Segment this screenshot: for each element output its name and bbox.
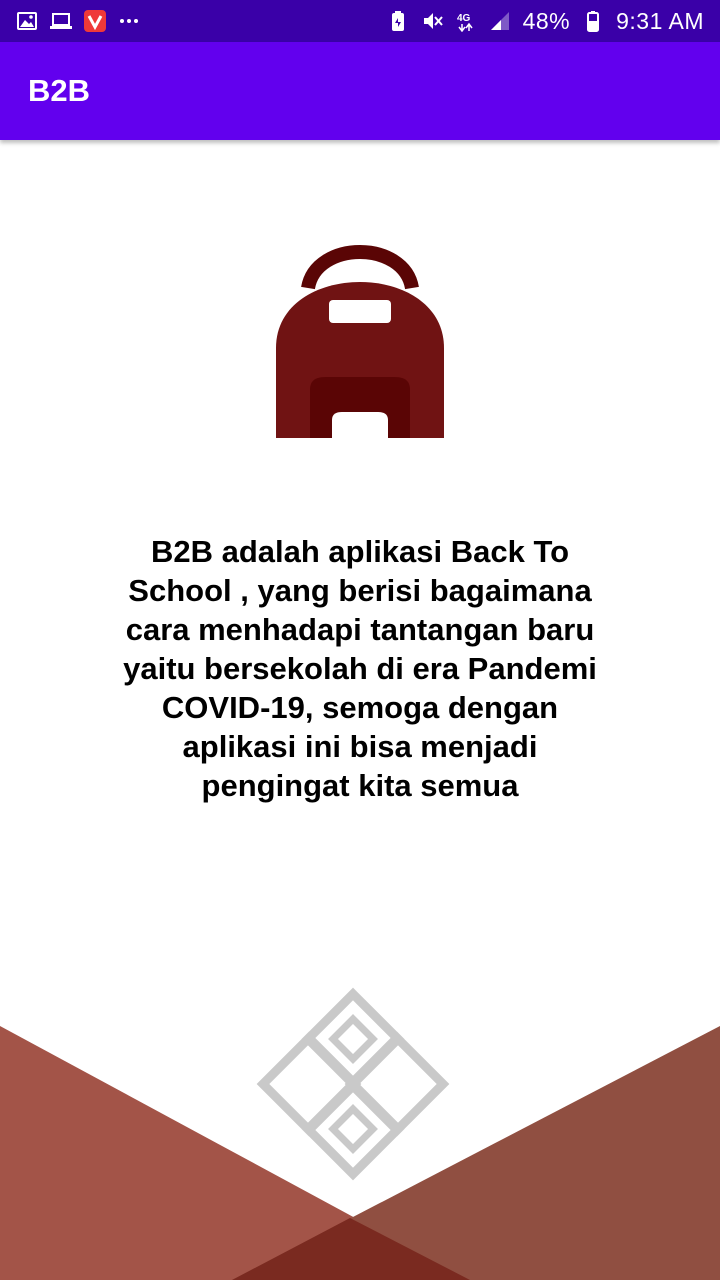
- battery-saver-icon: [387, 10, 409, 32]
- mute-icon: [421, 10, 443, 32]
- battery-percent: 48%: [522, 7, 571, 34]
- laptop-icon: [50, 10, 72, 32]
- svg-text:4G: 4G: [457, 13, 471, 24]
- backpack-icon: [276, 240, 444, 438]
- app-description: B2B adalah aplikasi Back To School , yan…: [123, 534, 597, 803]
- status-bar-left: [16, 10, 140, 32]
- clock: 9:31 AM: [616, 7, 704, 34]
- signal-icon: [489, 10, 511, 32]
- image-icon: [16, 10, 38, 32]
- 4g-icon: 4G: [455, 10, 477, 32]
- more-dots-icon: [118, 10, 140, 32]
- b2b-logo-icon: [256, 987, 450, 1181]
- bottom-decoration: [0, 985, 720, 1280]
- battery-icon: [582, 10, 604, 32]
- status-bar-right: 4G 48% 9:31 AM: [387, 8, 704, 35]
- app-bar: B2B: [0, 42, 720, 140]
- status-bar: 4G 48% 9:31 AM: [0, 0, 720, 42]
- app-title: B2B: [28, 73, 91, 108]
- vivaldi-icon: [84, 10, 106, 32]
